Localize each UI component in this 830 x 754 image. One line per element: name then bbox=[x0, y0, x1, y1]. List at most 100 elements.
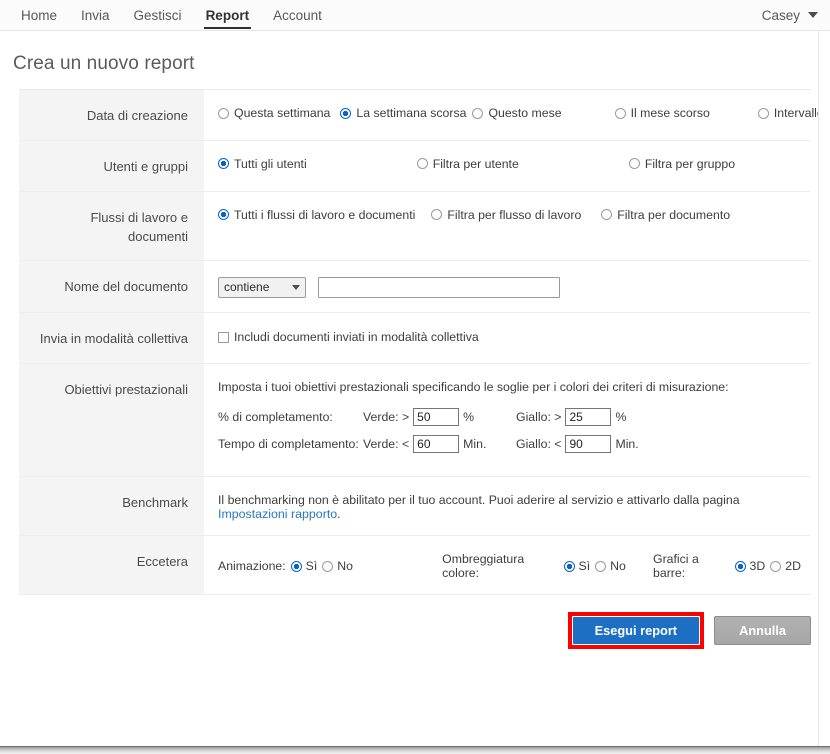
document-name-operator-wrap: contiene bbox=[218, 277, 306, 299]
radio-icon bbox=[595, 560, 607, 572]
nav-item-home[interactable]: Home bbox=[9, 0, 69, 31]
goal-green-input[interactable] bbox=[413, 435, 460, 454]
radio-group-users-groups: Tutti gli utenti Filtra per utente Filtr… bbox=[218, 157, 801, 171]
goal-row-completion-time: Tempo di completamento: Verde: < Min. Gi… bbox=[218, 435, 801, 454]
horizontal-scrollbar[interactable] bbox=[0, 746, 830, 754]
radio-option-il-mese-scorso[interactable]: Il mese scorso bbox=[614, 106, 710, 120]
cancel-button[interactable]: Annulla bbox=[714, 615, 811, 645]
radio-icon-selected bbox=[218, 158, 229, 170]
nav-item-gestisci[interactable]: Gestisci bbox=[122, 0, 194, 31]
radio-option-ombreggiatura-si[interactable]: Sì bbox=[563, 559, 591, 574]
goal-yellow-group: Giallo: < Min. bbox=[516, 435, 639, 454]
radio-option-filtra-per-documento[interactable]: Filtra per documento bbox=[601, 208, 730, 222]
goal-yellow-label: Giallo: < bbox=[516, 437, 562, 452]
radio-label: Questa settimana bbox=[234, 106, 331, 120]
form-row-performance-goals: Obiettivi prestazionali Imposta i tuoi o… bbox=[19, 364, 811, 478]
radio-option-la-settimana-scorsa[interactable]: La settimana scorsa bbox=[340, 106, 466, 120]
goal-name: % di completamento: bbox=[218, 410, 333, 425]
form-row-etcetera: Eccetera Animazione: Sì No Ombreggiatura… bbox=[19, 536, 811, 596]
radio-label: Il mese scorso bbox=[630, 106, 710, 120]
radio-label: No bbox=[337, 559, 354, 574]
etc-group-title: Grafici a barre: bbox=[653, 552, 699, 581]
radio-option-animazione-no[interactable]: No bbox=[322, 559, 353, 573]
run-report-highlight: Esegui report bbox=[567, 612, 705, 650]
goal-yellow-unit: Min. bbox=[615, 437, 639, 452]
radio-icon bbox=[770, 560, 782, 572]
radio-option-animazione-si[interactable]: Sì bbox=[290, 559, 317, 573]
goal-yellow-input[interactable] bbox=[565, 435, 612, 454]
radio-icon-selected bbox=[734, 560, 746, 572]
checkbox-label: Includi documenti inviati in modalità co… bbox=[234, 330, 479, 345]
label-document-name: Nome del documento bbox=[19, 261, 204, 313]
form-action-bar: Esegui report Annulla bbox=[19, 595, 811, 650]
radio-icon bbox=[431, 209, 443, 221]
nav-item-account[interactable]: Account bbox=[261, 0, 334, 31]
top-navigation-bar: Home Invia Gestisci Report Account Casey bbox=[0, 0, 830, 31]
report-form: Data di creazione Questa settimana La se… bbox=[19, 89, 830, 596]
benchmark-text-end: . bbox=[337, 507, 341, 522]
radio-option-filtra-per-flusso[interactable]: Filtra per flusso di lavoro bbox=[431, 208, 581, 222]
page-right-edge bbox=[818, 31, 830, 746]
radio-label: Filtra per flusso di lavoro bbox=[447, 207, 582, 222]
chevron-down-icon bbox=[808, 12, 818, 18]
radio-option-grafici-3d[interactable]: 3D bbox=[734, 559, 766, 574]
form-row-bulk-send: Invia in modalità collettiva Includi doc… bbox=[19, 313, 811, 365]
user-menu[interactable]: Casey bbox=[762, 8, 830, 23]
radio-label: Sì bbox=[578, 559, 591, 574]
form-row-benchmark: Benchmark Il benchmarking non è abilitat… bbox=[19, 477, 811, 537]
radio-label: 3D bbox=[749, 559, 766, 574]
radio-icon bbox=[601, 209, 613, 221]
label-etcetera: Eccetera bbox=[19, 536, 204, 595]
radio-option-grafici-2d[interactable]: 2D bbox=[770, 559, 801, 573]
radio-option-questo-mese[interactable]: Questo mese bbox=[472, 106, 562, 120]
checkbox-include-bulk-documents[interactable]: Includi documenti inviati in modalità co… bbox=[218, 330, 479, 344]
radio-icon bbox=[614, 107, 626, 119]
radio-option-tutti-gli-utenti[interactable]: Tutti gli utenti bbox=[218, 157, 307, 171]
radio-label: No bbox=[610, 559, 626, 574]
run-report-button[interactable]: Esegui report bbox=[572, 617, 700, 645]
label-users-groups: Utenti e gruppi bbox=[19, 140, 204, 191]
page-content: Crea un nuovo report Data di creazione Q… bbox=[0, 31, 830, 650]
form-row-users-groups: Utenti e gruppi Tutti gli utenti Filtra … bbox=[19, 140, 811, 192]
radio-group-creation-date: Questa settimana La settimana scorsa Que… bbox=[218, 106, 830, 120]
goal-yellow-unit: % bbox=[615, 410, 627, 425]
checkbox-icon bbox=[218, 331, 229, 343]
radio-option-tutti-i-flussi[interactable]: Tutti i flussi di lavoro e documenti bbox=[218, 208, 415, 222]
etc-group-title: Ombreggiatura colore: bbox=[442, 552, 525, 581]
radio-label: Filtra per gruppo bbox=[644, 156, 736, 171]
radio-option-filtra-per-utente[interactable]: Filtra per utente bbox=[416, 157, 519, 171]
radio-option-questa-settimana[interactable]: Questa settimana bbox=[218, 106, 330, 120]
label-creation-date: Data di creazione bbox=[19, 90, 204, 140]
etc-group-grafici-a-barre: Grafici a barre: 3D 2D bbox=[653, 552, 801, 580]
benchmark-text: Il benchmarking non è abilitato per il t… bbox=[218, 493, 740, 508]
goal-green-label: Verde: < bbox=[363, 437, 410, 452]
radio-icon-selected bbox=[563, 560, 575, 572]
report-settings-link[interactable]: Impostazioni rapporto bbox=[218, 507, 337, 521]
label-workflows-documents: Flussi di lavoro e documenti bbox=[19, 191, 204, 261]
goal-green-group: Verde: > % bbox=[363, 408, 516, 427]
radio-label: Questo mese bbox=[488, 106, 562, 120]
goal-green-input[interactable] bbox=[413, 408, 460, 427]
form-row-creation-date: Data di creazione Questa settimana La se… bbox=[19, 90, 830, 141]
radio-option-ombreggiatura-no[interactable]: No bbox=[595, 559, 626, 573]
page-title: Crea un nuovo report bbox=[13, 53, 195, 74]
nav-item-report[interactable]: Report bbox=[194, 0, 262, 31]
radio-icon-selected bbox=[340, 107, 352, 119]
goal-yellow-input[interactable] bbox=[565, 408, 612, 427]
goal-green-label: Verde: > bbox=[363, 410, 410, 425]
radio-option-filtra-per-gruppo[interactable]: Filtra per gruppo bbox=[628, 156, 736, 171]
goal-green-unit: % bbox=[463, 410, 475, 425]
radio-label: Filtra per documento bbox=[617, 207, 731, 222]
form-row-workflows-documents: Flussi di lavoro e documenti Tutti i flu… bbox=[19, 191, 811, 262]
radio-label: La settimana scorsa bbox=[356, 106, 467, 120]
etc-group-animazione: Animazione: Sì No bbox=[218, 559, 353, 573]
radio-icon-selected bbox=[290, 560, 302, 572]
document-name-operator-select[interactable]: contiene bbox=[218, 277, 306, 299]
document-name-input[interactable] bbox=[318, 277, 561, 299]
radio-icon bbox=[416, 158, 428, 170]
goal-row-completion-percent: % di completamento: Verde: > % Giallo: >… bbox=[218, 408, 801, 427]
goal-name: Tempo di completamento: bbox=[218, 437, 359, 452]
form-row-document-name: Nome del documento contiene bbox=[19, 261, 811, 314]
nav-item-invia[interactable]: Invia bbox=[69, 0, 122, 31]
user-menu-label: Casey bbox=[761, 7, 800, 23]
